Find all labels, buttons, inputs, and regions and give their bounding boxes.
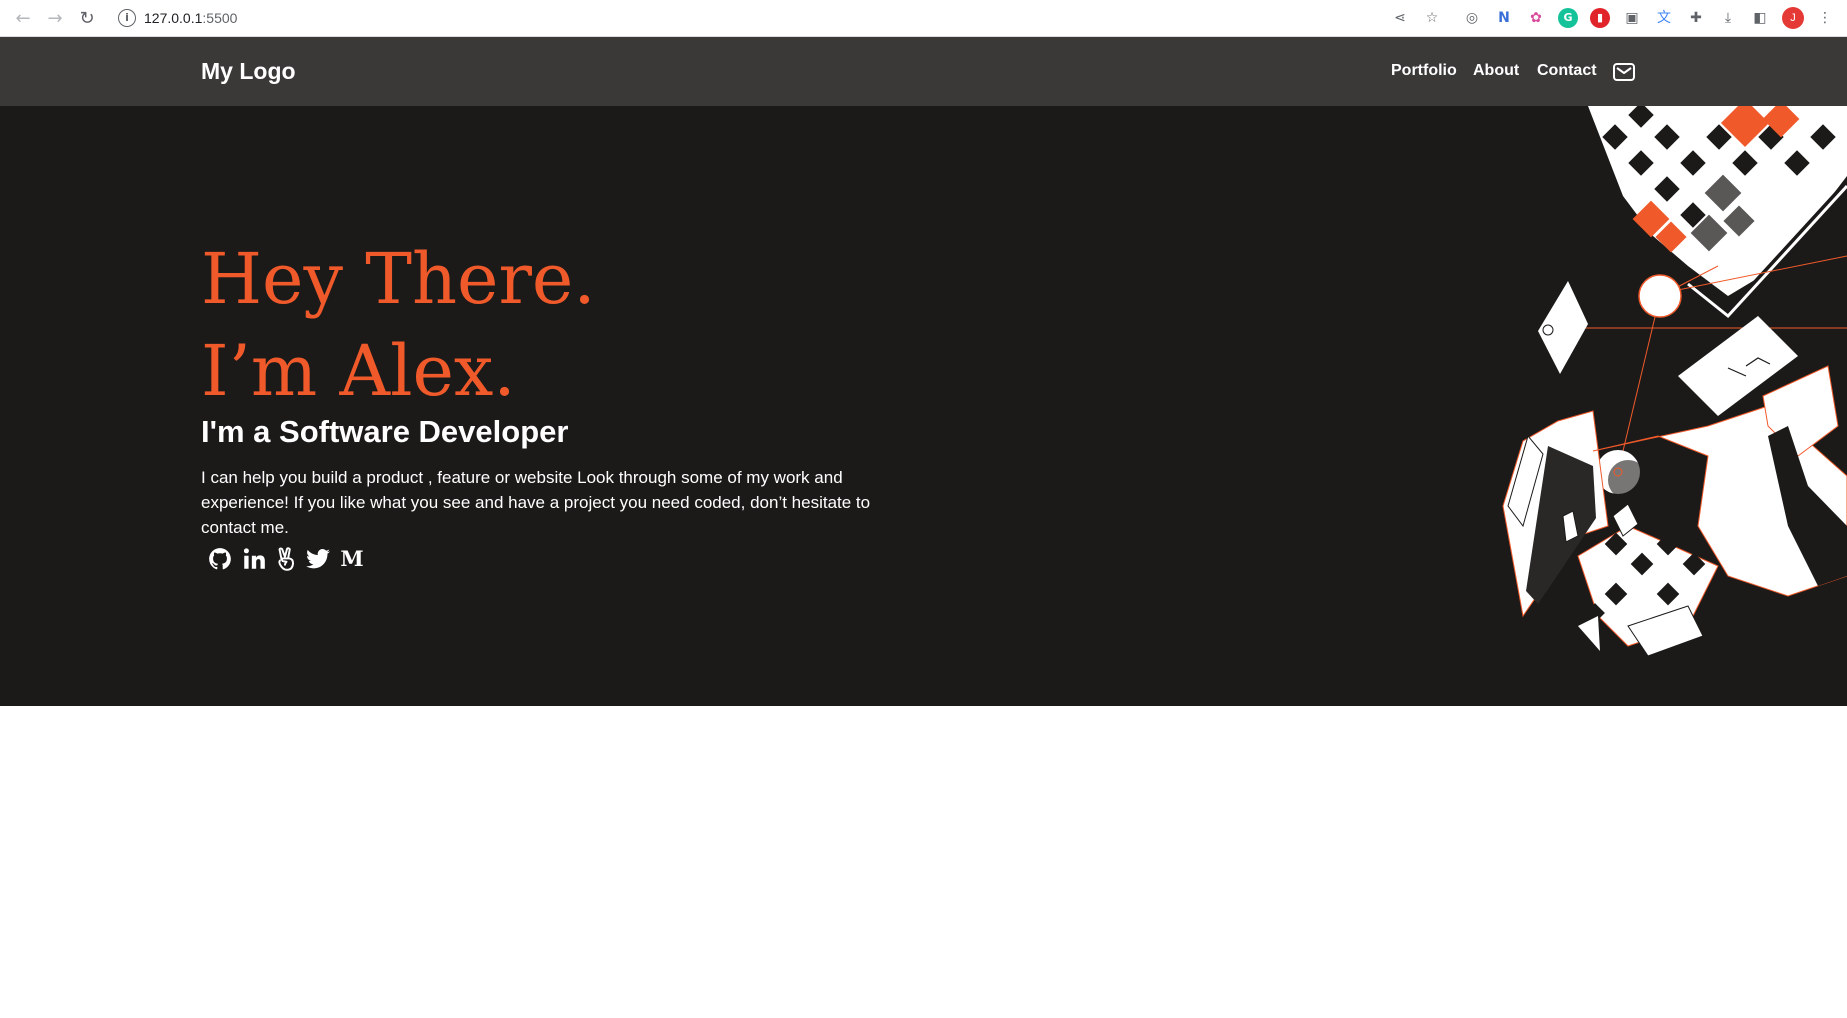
twitter-icon[interactable] xyxy=(305,546,331,572)
angellist-icon[interactable] xyxy=(273,546,299,572)
envelope-icon[interactable] xyxy=(1613,63,1635,81)
extensions-puzzle-icon[interactable]: ✚ xyxy=(1686,8,1706,28)
back-arrow-icon[interactable]: ← xyxy=(12,8,34,30)
forward-arrow-icon[interactable]: → xyxy=(44,8,66,30)
hero-greeting-line1: Hey There. xyxy=(201,238,596,320)
address-bar[interactable]: 127.0.0.1:5500 xyxy=(144,10,237,26)
picture-in-picture-icon[interactable]: ▣ xyxy=(1622,8,1642,28)
hero-description: I can help you build a product , feature… xyxy=(201,468,871,537)
grammarly-icon[interactable]: G xyxy=(1558,8,1578,28)
extension-lens-icon[interactable]: ◎ xyxy=(1462,8,1482,28)
nav-about[interactable]: About xyxy=(1473,62,1519,80)
linkedin-icon[interactable] xyxy=(241,546,267,572)
share-icon[interactable]: ⋖ xyxy=(1390,8,1410,28)
menu-kebab-icon[interactable]: ⋮ xyxy=(1815,8,1835,28)
github-icon[interactable] xyxy=(207,546,233,572)
browser-toolbar: ← → ↻ i 127.0.0.1:5500 ⋖ ☆ ◎ N ✿ G ▮ ▣ 文… xyxy=(0,0,1847,37)
hero-section: Hey There. I’m Alex. I'm a Software Deve… xyxy=(0,106,1847,706)
hero-greeting-line2: I’m Alex. xyxy=(201,330,516,412)
url-port: :5500 xyxy=(202,10,238,26)
download-icon[interactable]: ⤓ xyxy=(1718,8,1738,28)
site-info-icon[interactable]: i xyxy=(118,9,136,27)
nav-portfolio[interactable]: Portfolio xyxy=(1391,62,1457,80)
site-header: My Logo Portfolio About Contact xyxy=(0,37,1847,106)
extension-shield-icon[interactable]: ▮ xyxy=(1590,8,1610,28)
bookmark-star-icon[interactable]: ☆ xyxy=(1422,8,1442,28)
extension-colorwheel-icon[interactable]: ✿ xyxy=(1526,8,1546,28)
hero-illustration xyxy=(1502,106,1847,657)
nav-contact[interactable]: Contact xyxy=(1537,62,1597,80)
profile-avatar[interactable]: J xyxy=(1782,7,1804,29)
reload-icon[interactable]: ↻ xyxy=(76,8,98,30)
site-logo[interactable]: My Logo xyxy=(201,58,296,85)
url-host: 127.0.0.1 xyxy=(144,10,203,26)
medium-icon[interactable]: M xyxy=(339,546,365,572)
checkered-flag-graphic xyxy=(1588,106,1847,323)
side-panel-icon[interactable]: ◧ xyxy=(1750,8,1770,28)
extension-n-icon[interactable]: N xyxy=(1494,8,1514,28)
translate-icon[interactable]: 文 xyxy=(1654,8,1674,28)
book-graphic xyxy=(1502,316,1847,657)
hero-subtitle: I'm a Software Developer xyxy=(201,414,569,449)
